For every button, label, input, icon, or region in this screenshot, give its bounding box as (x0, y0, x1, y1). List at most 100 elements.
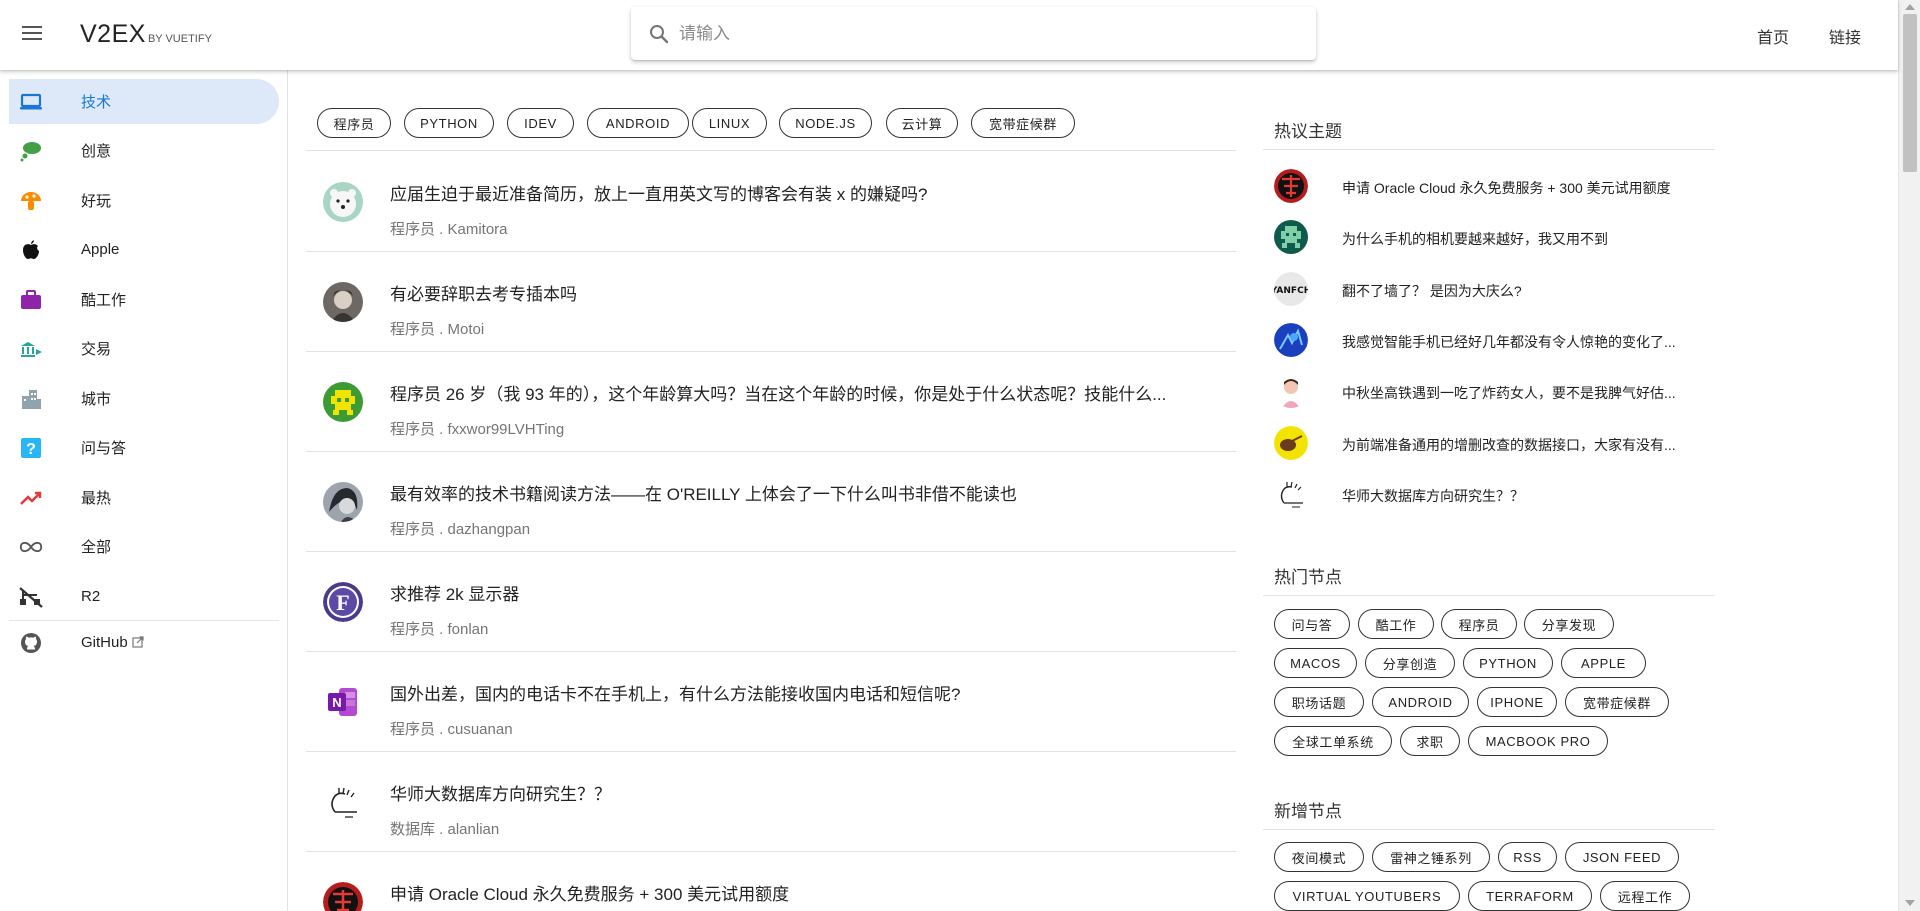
scrollbar-thumb[interactable] (1903, 14, 1917, 172)
node-chip[interactable]: ANDROID (1372, 687, 1469, 717)
brand-logo[interactable]: V2EX BY VUETIFY (80, 20, 212, 49)
topic-title[interactable]: 有必要辞职去考专插本吗 (390, 280, 1220, 305)
avatar[interactable] (323, 182, 363, 222)
sidebar-item-github[interactable]: GitHub (9, 620, 279, 665)
node-chip[interactable]: 分享发现 (1524, 609, 1614, 639)
topic-title[interactable]: 华师大数据库方向研究生？？ (390, 780, 1220, 805)
menu-icon[interactable] (20, 22, 44, 46)
avatar[interactable] (1274, 477, 1308, 511)
avatar[interactable]: F (323, 582, 363, 622)
tab-broadband[interactable]: 宽带症候群 (971, 108, 1075, 138)
avatar[interactable] (323, 782, 363, 822)
hot-topic-item[interactable]: 中秋坐高铁遇到一吃了炸药女人，要不是我脾气好估... (1274, 369, 1704, 413)
node-chip[interactable]: VIRTUAL YOUTUBERS (1274, 881, 1460, 911)
node-chip[interactable]: 全球工单系统 (1274, 726, 1392, 756)
node-chip[interactable]: PYTHON (1463, 648, 1553, 678)
node-chip[interactable]: 分享创造 (1365, 648, 1455, 678)
topic-title[interactable]: 程序员 26 岁（我 93 年的），这个年龄算大吗？当在这个年龄的时候，你是处于… (390, 380, 1220, 405)
node-chip[interactable]: APPLE (1561, 648, 1646, 678)
topic-row[interactable]: N 国外出差，国内的电话卡不在手机上，有什么方法能接收国内电话和短信呢? 程序员… (306, 652, 1236, 752)
topic-title[interactable]: 求推荐 2k 显示器 (390, 580, 1220, 605)
scroll-down-arrow-icon[interactable] (1905, 900, 1915, 906)
node-chip[interactable]: TERRAFORM (1468, 881, 1592, 911)
sidebar-item-fun[interactable]: 好玩 (9, 178, 279, 223)
sidebar-item-deals[interactable]: 交易 (9, 326, 279, 371)
sidebar-item-all[interactable]: 全部 (9, 524, 279, 569)
hot-topic-item[interactable]: 我感觉智能手机已经好几年都没有令人惊艳的变化了... (1274, 318, 1704, 362)
nav-home-link[interactable]: 首页 (1757, 24, 1789, 48)
node-chip[interactable]: 程序员 (1441, 609, 1517, 639)
node-chip[interactable]: 问与答 (1274, 609, 1350, 639)
topic-row[interactable]: 程序员 26 岁（我 93 年的），这个年龄算大吗？当在这个年龄的时候，你是处于… (306, 352, 1236, 452)
hot-topic-item[interactable]: 为什么手机的相机要越来越好，我又用不到 (1274, 215, 1704, 259)
tab-linux[interactable]: LINUX (692, 108, 767, 138)
node-chip[interactable]: 雷神之锤系列 (1372, 842, 1490, 872)
topic-title[interactable]: 应届生迫于最近准备简历，放上一直用英文写的博客会有装 x 的嫌疑吗? (390, 180, 1220, 205)
topic-title[interactable]: 最有效率的技术书籍阅读方法——在 O'REILLY 上体会了一下什么叫书非借不能… (390, 480, 1220, 505)
avatar[interactable] (1274, 169, 1308, 203)
hot-topic-title[interactable]: 中秋坐高铁遇到一吃了炸药女人，要不是我脾气好估... (1342, 383, 1692, 403)
scroll-up-arrow-icon[interactable] (1905, 4, 1915, 10)
sidebar-item-jobs[interactable]: 酷工作 (9, 277, 279, 322)
hot-topic-title[interactable]: 为前端准备通用的增删改查的数据接口，大家有没有... (1342, 435, 1692, 455)
sidebar-item-hottest[interactable]: 最热 (9, 475, 279, 520)
node-chip[interactable]: 远程工作 (1600, 881, 1690, 911)
sidebar-item-city[interactable]: 城市 (9, 376, 279, 421)
sidebar-item-apple[interactable]: Apple (9, 227, 279, 272)
avatar[interactable] (1274, 323, 1308, 357)
hot-topic-title[interactable]: 翻不了墙了？ 是因为大庆么? (1342, 281, 1692, 301)
tab-python[interactable]: PYTHON (404, 108, 494, 138)
hot-topic-item[interactable]: YANFCH 翻不了墙了？ 是因为大庆么? (1274, 267, 1704, 311)
hot-topic-title[interactable]: 为什么手机的相机要越来越好，我又用不到 (1342, 229, 1692, 249)
sidebar-item-qna[interactable]: ? 问与答 (9, 425, 279, 470)
search-input[interactable] (679, 23, 1279, 44)
node-chip[interactable]: RSS (1498, 842, 1557, 872)
avatar[interactable] (323, 382, 363, 422)
sidebar-item-creative[interactable]: 创意 (9, 128, 279, 173)
node-chip[interactable]: 求职 (1400, 726, 1460, 756)
node-chip[interactable]: MACOS (1274, 648, 1357, 678)
avatar[interactable] (1274, 426, 1308, 460)
sidebar-item-r2[interactable]: R2 (9, 574, 279, 619)
avatar[interactable] (1274, 374, 1308, 408)
topic-row[interactable]: 应届生迫于最近准备简历，放上一直用英文写的博客会有装 x 的嫌疑吗? 程序员 .… (306, 152, 1236, 252)
avatar[interactable] (1274, 220, 1308, 254)
hot-topic-title[interactable]: 华师大数据库方向研究生？？ (1342, 486, 1692, 506)
avatar[interactable] (323, 282, 363, 322)
tab-programmer[interactable]: 程序员 (317, 108, 391, 138)
node-chip[interactable]: 夜间模式 (1274, 842, 1364, 872)
node-chip[interactable]: 宽带症候群 (1565, 687, 1669, 717)
node-chip[interactable]: IPHONE (1477, 687, 1557, 717)
tab-idev[interactable]: IDEV (507, 108, 574, 138)
sidebar-item-tech[interactable]: 技术 (9, 79, 279, 124)
hot-topic-title[interactable]: 我感觉智能手机已经好几年都没有令人惊艳的变化了... (1342, 332, 1692, 352)
node-chip[interactable]: 酷工作 (1358, 609, 1434, 639)
node-chip[interactable]: JSON FEED (1565, 842, 1679, 872)
hot-topic-item[interactable]: 华师大数据库方向研究生？？ (1274, 472, 1704, 516)
tab-cloud[interactable]: 云计算 (886, 108, 958, 138)
tab-android[interactable]: ANDROID (587, 108, 689, 138)
topic-title[interactable]: 国外出差，国内的电话卡不在手机上，有什么方法能接收国内电话和短信呢? (390, 680, 1220, 705)
topic-row[interactable]: F 求推荐 2k 显示器 程序员 . fonlan (306, 552, 1236, 652)
topic-title[interactable]: 申请 Oracle Cloud 永久免费服务 + 300 美元试用额度 (390, 880, 1220, 905)
topic-row[interactable]: 申请 Oracle Cloud 永久免费服务 + 300 美元试用额度 (306, 852, 1236, 911)
topic-row[interactable]: 有必要辞职去考专插本吗 程序员 . Motoi (306, 252, 1236, 352)
hot-topic-title[interactable]: 申请 Oracle Cloud 永久免费服务 + 300 美元试用额度 (1342, 178, 1692, 198)
topic-meta: 程序员 . cusuanan (390, 721, 513, 738)
topic-row[interactable]: 华师大数据库方向研究生？？ 数据库 . alanlian (306, 752, 1236, 852)
hot-topic-item[interactable]: 为前端准备通用的增删改查的数据接口，大家有没有... (1274, 421, 1704, 465)
avatar[interactable]: N (323, 682, 363, 722)
hot-topic-item[interactable]: 申请 Oracle Cloud 永久免费服务 + 300 美元试用额度 (1274, 164, 1704, 208)
topic-row[interactable]: 最有效率的技术书籍阅读方法——在 O'REILLY 上体会了一下什么叫书非借不能… (306, 452, 1236, 552)
sidebar-item-label: 交易 (81, 341, 112, 358)
svg-text:YANFCH: YANFCH (1274, 286, 1308, 296)
node-chip[interactable]: MACBOOK PRO (1468, 726, 1608, 756)
avatar[interactable]: YANFCH (1274, 272, 1308, 306)
page-scrollbar[interactable] (1898, 0, 1920, 911)
sidebar-item-label: 城市 (81, 391, 112, 408)
tab-nodejs[interactable]: NODE.JS (779, 108, 872, 138)
avatar[interactable] (323, 482, 363, 522)
avatar[interactable] (323, 882, 363, 911)
node-chip[interactable]: 职场话题 (1274, 687, 1364, 717)
nav-links-link[interactable]: 链接 (1829, 24, 1861, 48)
